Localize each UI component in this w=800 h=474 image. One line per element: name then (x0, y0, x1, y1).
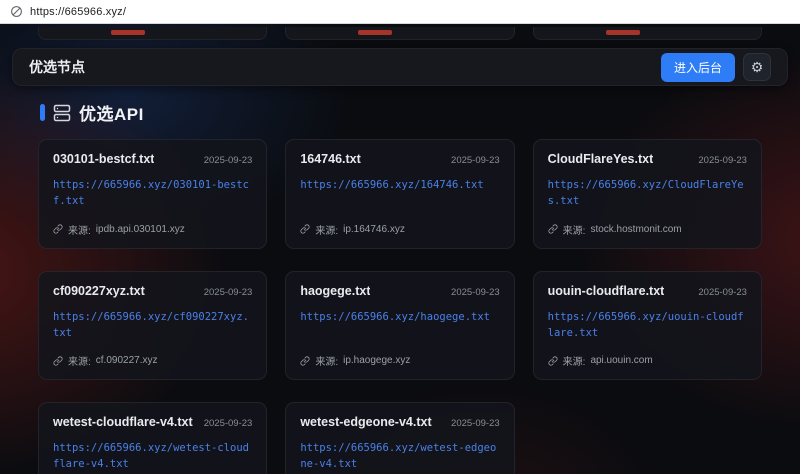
source-value: ip.haogege.xyz (343, 355, 410, 366)
source-value: stock.hostmonit.com (590, 224, 681, 235)
header-actions: 进入后台 ⚙ (661, 53, 771, 82)
file-date: 2025-09-23 (451, 418, 500, 429)
site-info-icon[interactable] (10, 5, 23, 18)
file-link[interactable]: https://665966.xyz/uouin-cloudflare.txt (548, 309, 747, 342)
file-title: CloudFlareYes.txt (548, 152, 654, 166)
source-row: 来源: ip.haogege.xyz (300, 341, 499, 368)
link-icon (300, 224, 310, 234)
server-icon (53, 104, 71, 122)
source-row: 来源: api.uouin.com (548, 341, 747, 368)
source-label: 来源: (68, 222, 91, 237)
file-title: wetest-cloudflare-v4.txt (53, 415, 193, 429)
file-date: 2025-09-23 (698, 287, 747, 298)
file-title: uouin-cloudflare.txt (548, 284, 665, 298)
api-card: cf090227xyz.txt 2025-09-23 https://66596… (38, 271, 267, 381)
file-date: 2025-09-23 (698, 155, 747, 166)
source-row: 来源: ipdb.api.030101.xyz (53, 210, 252, 237)
red-text-fragment (606, 30, 640, 35)
file-link[interactable]: https://665966.xyz/CloudFlareYes.txt (548, 177, 747, 210)
source-row: 来源: ip.164746.xyz (300, 210, 499, 237)
page-title: 优选节点 (29, 57, 85, 77)
accent-bar-icon (40, 104, 45, 121)
red-text-fragment (358, 30, 392, 35)
api-card: uouin-cloudflare.txt 2025-09-23 https://… (533, 271, 762, 381)
file-link[interactable]: https://665966.xyz/cf090227xyz.txt (53, 309, 252, 342)
address-bar-url[interactable]: https://665966.xyz/ (30, 6, 126, 18)
file-title: 164746.txt (300, 152, 360, 166)
file-title: 030101-bestcf.txt (53, 152, 154, 166)
api-card-grid: 030101-bestcf.txt 2025-09-23 https://665… (0, 137, 800, 474)
source-value: api.uouin.com (590, 355, 652, 366)
api-card: 164746.txt 2025-09-23 https://665966.xyz… (285, 139, 514, 249)
source-value: ipdb.api.030101.xyz (96, 224, 185, 235)
api-card: CloudFlareYes.txt 2025-09-23 https://665… (533, 139, 762, 249)
partial-card (533, 27, 762, 40)
link-icon (53, 224, 63, 234)
source-value: ip.164746.xyz (343, 224, 405, 235)
partial-card-row (0, 27, 800, 40)
file-date: 2025-09-23 (204, 418, 253, 429)
file-link[interactable]: https://665966.xyz/030101-bestcf.txt (53, 177, 252, 210)
api-card: 030101-bestcf.txt 2025-09-23 https://665… (38, 139, 267, 249)
source-label: 来源: (315, 222, 338, 237)
link-icon (548, 356, 558, 366)
file-title: cf090227xyz.txt (53, 284, 145, 298)
browser-address-bar[interactable]: https://665966.xyz/ (0, 0, 800, 24)
file-date: 2025-09-23 (451, 155, 500, 166)
partial-card (38, 27, 267, 40)
api-card: haogege.txt 2025-09-23 https://665966.xy… (285, 271, 514, 381)
source-label: 来源: (68, 353, 91, 368)
link-icon (300, 356, 310, 366)
settings-gear-icon[interactable]: ⚙ (743, 53, 771, 81)
link-icon (548, 224, 558, 234)
file-link[interactable]: https://665966.xyz/164746.txt (300, 177, 499, 193)
page-background: 优选节点 进入后台 ⚙ 优选API 030101-bestcf.txt 2025… (0, 24, 800, 474)
source-label: 来源: (563, 353, 586, 368)
source-value: cf.090227.xyz (96, 355, 158, 366)
api-card: wetest-cloudflare-v4.txt 2025-09-23 http… (38, 402, 267, 474)
file-title: haogege.txt (300, 284, 370, 298)
file-link[interactable]: https://665966.xyz/haogege.txt (300, 309, 499, 325)
source-row: 来源: cf.090227.xyz (53, 341, 252, 368)
source-label: 来源: (315, 353, 338, 368)
link-icon (53, 356, 63, 366)
file-link[interactable]: https://665966.xyz/wetest-edgeone-v4.txt (300, 440, 499, 473)
file-date: 2025-09-23 (204, 287, 253, 298)
page-header: 优选节点 进入后台 ⚙ (12, 48, 788, 86)
file-date: 2025-09-23 (451, 287, 500, 298)
red-text-fragment (111, 30, 145, 35)
section-heading: 优选API (40, 100, 800, 125)
enter-admin-button[interactable]: 进入后台 (661, 53, 735, 82)
source-row: 来源: stock.hostmonit.com (548, 210, 747, 237)
source-label: 来源: (563, 222, 586, 237)
api-card: wetest-edgeone-v4.txt 2025-09-23 https:/… (285, 402, 514, 474)
file-link[interactable]: https://665966.xyz/wetest-cloudflare-v4.… (53, 440, 252, 473)
file-date: 2025-09-23 (204, 155, 253, 166)
file-title: wetest-edgeone-v4.txt (300, 415, 431, 429)
partial-card (285, 27, 514, 40)
section-title: 优选API (79, 100, 144, 125)
